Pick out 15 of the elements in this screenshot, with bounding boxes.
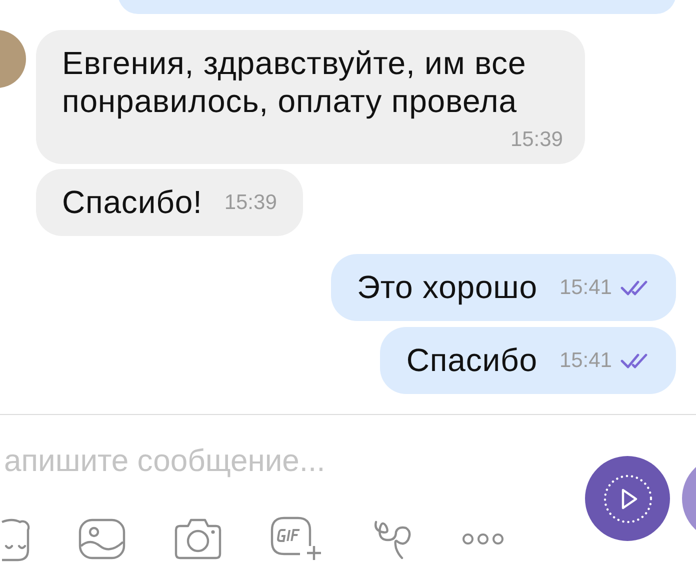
- message-text: Это хорошо: [356, 269, 538, 306]
- message-text: Спасибо: [406, 342, 538, 379]
- more-icon[interactable]: [462, 533, 504, 545]
- message-time: 15:41: [559, 276, 612, 300]
- message-time: 15:39: [224, 190, 277, 214]
- message-input-field[interactable]: апишите сообщение...: [0, 441, 404, 481]
- message-text: Спасибо!: [62, 184, 202, 221]
- sticker-icon[interactable]: [0, 516, 30, 562]
- camera-icon[interactable]: [174, 518, 222, 560]
- message-text: Евгения, здравствуйте, им все понравилось, оплату провела: [62, 44, 528, 120]
- gif-icon[interactable]: [270, 516, 324, 562]
- message-time: 15:41: [559, 348, 612, 372]
- image-icon[interactable]: [78, 518, 126, 560]
- play-icon: [602, 472, 654, 524]
- message-time: 15:39: [510, 128, 563, 152]
